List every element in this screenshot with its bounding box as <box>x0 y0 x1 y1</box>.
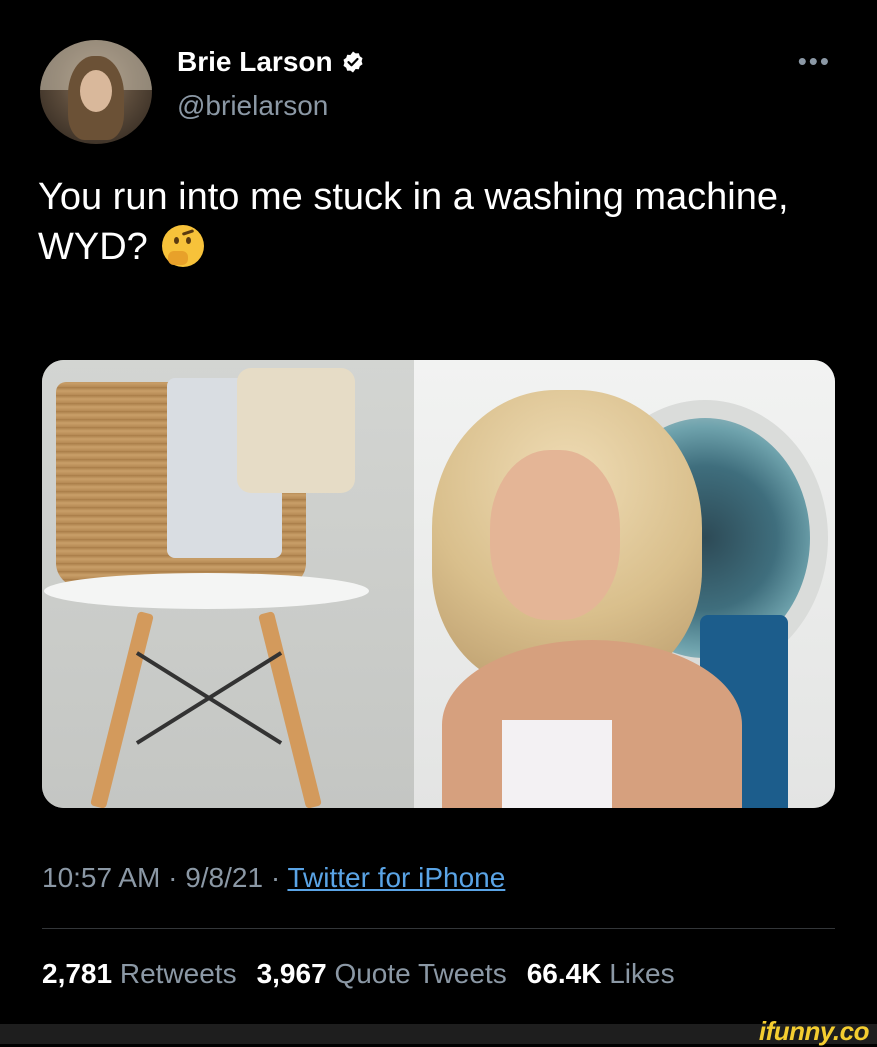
likes-label: Likes <box>609 958 675 989</box>
more-horizontal-icon[interactable]: ••• <box>798 48 831 74</box>
tweet-text: You run into me stuck in a washing machi… <box>38 172 818 272</box>
verified-badge-icon <box>343 51 363 73</box>
media-chair-seat <box>44 573 369 609</box>
tweet-body: You run into me stuck in a washing machi… <box>38 176 789 268</box>
retweets-stat[interactable]: 2,781 Retweets <box>42 958 237 989</box>
tweet-time: 10:57 AM <box>42 862 161 893</box>
media-cloth <box>237 368 355 493</box>
tweet-meta: 10:57 AM · 9/8/21 · Twitter for iPhone <box>42 862 505 894</box>
tweet-stats: 2,781 Retweets 3,967 Quote Tweets 66.4K Li… <box>42 958 675 990</box>
likes-stat[interactable]: 66.4K Likes <box>527 958 675 989</box>
meta-separator: · <box>160 862 186 893</box>
quote-tweets-label: Quote Tweets <box>334 958 507 989</box>
media-person <box>422 390 742 808</box>
media-person-face <box>490 450 620 620</box>
avatar-face <box>80 70 112 112</box>
divider <box>42 928 835 929</box>
retweets-label: Retweets <box>119 958 237 989</box>
thinking-face-emoji-icon <box>162 225 205 267</box>
author-handle[interactable]: @brielarson <box>177 90 328 122</box>
meta-separator: · <box>263 862 288 893</box>
likes-count: 66.4K <box>526 958 602 989</box>
quote-tweets-stat[interactable]: 3,967 Quote Tweets <box>257 958 507 989</box>
media-person-dress <box>502 720 612 808</box>
retweets-count: 2,781 <box>42 958 113 989</box>
avatar[interactable] <box>40 40 152 144</box>
watermark-bar <box>0 1024 877 1044</box>
ifunny-watermark-logo: ifunny.co <box>758 1016 870 1046</box>
tweet-date[interactable]: 9/8/21 <box>185 862 263 893</box>
tweet-media-image[interactable] <box>42 360 835 808</box>
quote-tweets-count: 3,967 <box>256 958 327 989</box>
tweet-source-link[interactable]: Twitter for iPhone <box>287 862 505 893</box>
author-name-row: Brie Larson <box>177 46 365 78</box>
author-display-name[interactable]: Brie Larson <box>177 46 333 78</box>
